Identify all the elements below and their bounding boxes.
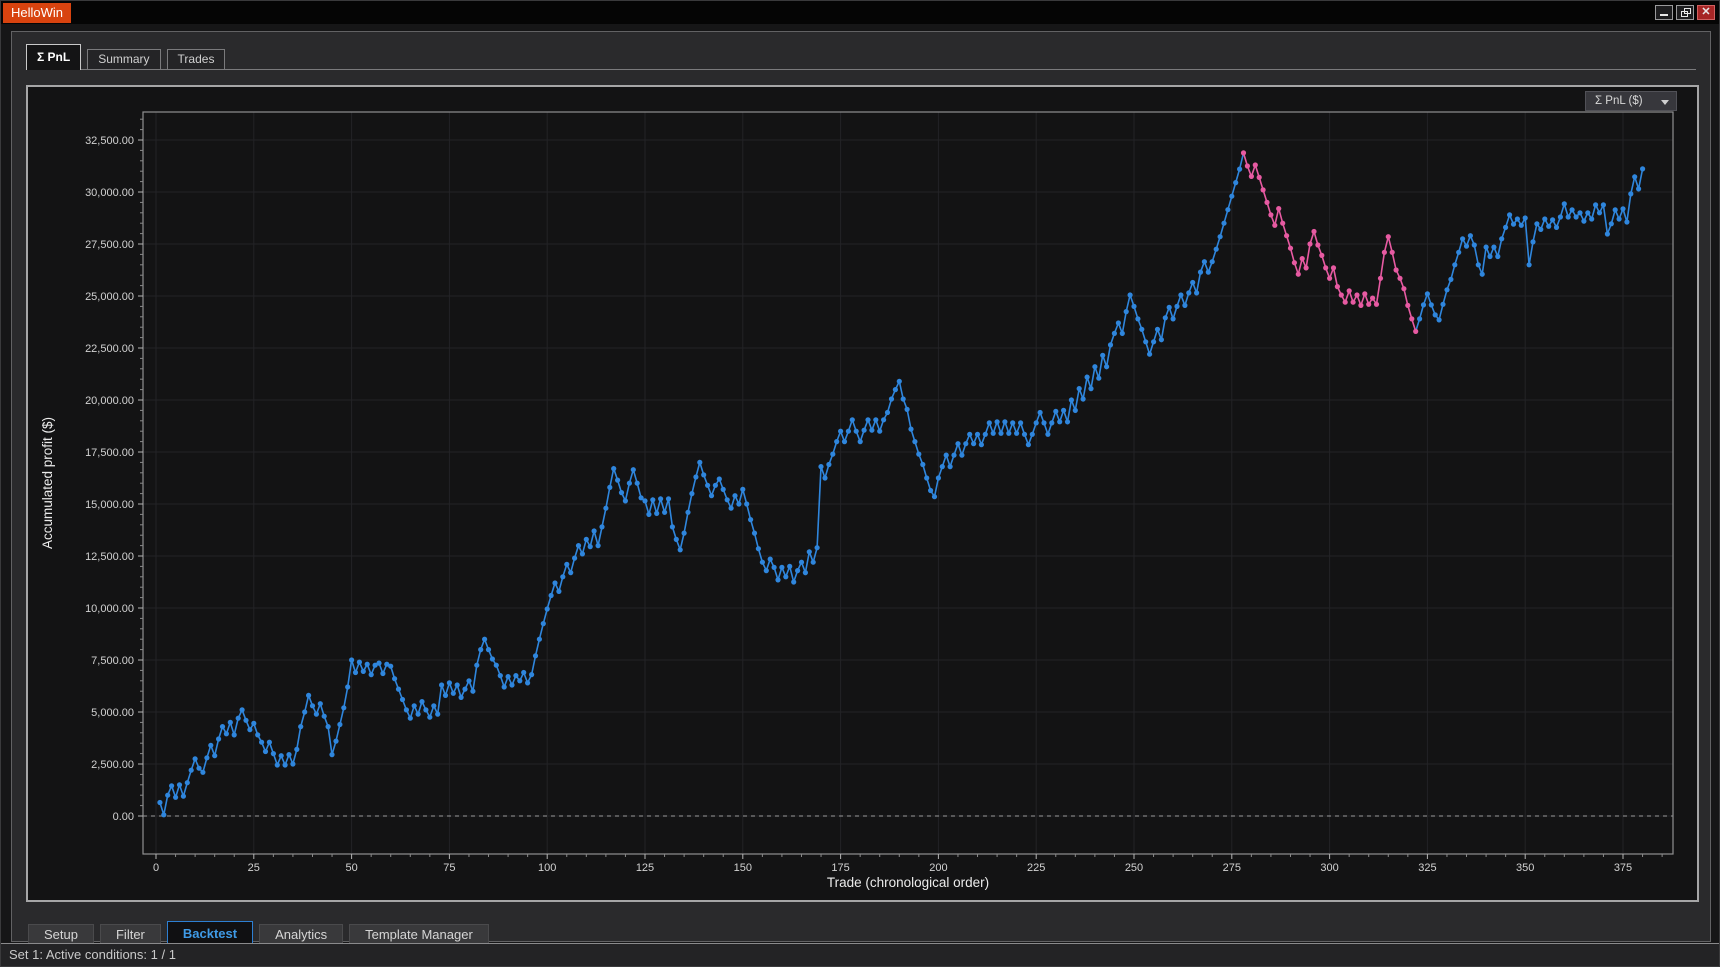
- svg-text:50: 50: [345, 862, 357, 874]
- svg-text:27,500.00: 27,500.00: [85, 239, 134, 251]
- tab-summary[interactable]: Summary: [87, 49, 160, 69]
- chart-panel: 0 25 50 75 100 125 150 175 200 225 250 275 300 325 350…: [26, 85, 1699, 902]
- title-bar: HelloWin ✕: [1, 1, 1719, 24]
- top-tab-strip: Σ PnL Summary Trades: [26, 44, 1696, 70]
- svg-text:5,000.00: 5,000.00: [91, 707, 134, 719]
- tab-pnl[interactable]: Σ PnL: [26, 44, 81, 70]
- svg-text:200: 200: [929, 862, 947, 874]
- svg-text:Accumulated profit ($): Accumulated profit ($): [40, 417, 55, 549]
- svg-text:25,000.00: 25,000.00: [85, 291, 134, 303]
- svg-text:15,000.00: 15,000.00: [85, 499, 134, 511]
- bottom-tab-bar: Setup Filter Backtest Analytics Template…: [28, 918, 489, 946]
- minimize-icon: [1660, 14, 1668, 16]
- window-controls: ✕: [1655, 5, 1715, 20]
- svg-text:350: 350: [1516, 862, 1534, 874]
- svg-text:300: 300: [1320, 862, 1338, 874]
- maximize-restore-button[interactable]: [1676, 5, 1694, 20]
- pnl-chart: 0 25 50 75 100 125 150 175 200 225 250 275 300 325 350…: [28, 87, 1697, 900]
- svg-text:275: 275: [1223, 862, 1241, 874]
- tab-trades[interactable]: Trades: [167, 49, 226, 69]
- app-window: HelloWin ✕ Σ PnL Summary Trades 0 25 50 75 1…: [0, 0, 1720, 967]
- svg-text:250: 250: [1125, 862, 1143, 874]
- status-text: Set 1: Active conditions: 1 / 1: [9, 947, 176, 962]
- svg-text:30,000.00: 30,000.00: [85, 187, 134, 199]
- svg-text:75: 75: [443, 862, 455, 874]
- svg-text:17,500.00: 17,500.00: [85, 447, 134, 459]
- chevron-down-icon: [1661, 100, 1669, 105]
- svg-text:32,500.00: 32,500.00: [85, 135, 134, 147]
- svg-text:100: 100: [538, 862, 556, 874]
- svg-text:325: 325: [1418, 862, 1436, 874]
- svg-text:150: 150: [734, 862, 752, 874]
- svg-text:125: 125: [636, 862, 654, 874]
- svg-text:12,500.00: 12,500.00: [85, 551, 134, 563]
- series-selector-dropdown[interactable]: Σ PnL ($): [1585, 91, 1677, 111]
- svg-text:25: 25: [248, 862, 260, 874]
- svg-text:175: 175: [831, 862, 849, 874]
- svg-text:Trade (chronological order): Trade (chronological order): [827, 875, 989, 890]
- svg-text:0: 0: [153, 862, 159, 874]
- svg-text:20,000.00: 20,000.00: [85, 395, 134, 407]
- svg-text:22,500.00: 22,500.00: [85, 343, 134, 355]
- svg-text:7,500.00: 7,500.00: [91, 655, 134, 667]
- app-title: HelloWin: [3, 3, 71, 23]
- status-bar: Set 1: Active conditions: 1 / 1: [1, 943, 1719, 966]
- svg-text:2,500.00: 2,500.00: [91, 759, 134, 771]
- svg-text:225: 225: [1027, 862, 1045, 874]
- main-panel: Σ PnL Summary Trades 0 25 50 75 100 125 150 175…: [11, 31, 1711, 942]
- svg-text:10,000.00: 10,000.00: [85, 603, 134, 615]
- close-button[interactable]: ✕: [1697, 5, 1715, 20]
- svg-text:375: 375: [1614, 862, 1632, 874]
- series-selector-value: Σ PnL ($): [1595, 95, 1643, 107]
- svg-text:0.00: 0.00: [113, 811, 134, 823]
- minimize-button[interactable]: [1655, 5, 1673, 20]
